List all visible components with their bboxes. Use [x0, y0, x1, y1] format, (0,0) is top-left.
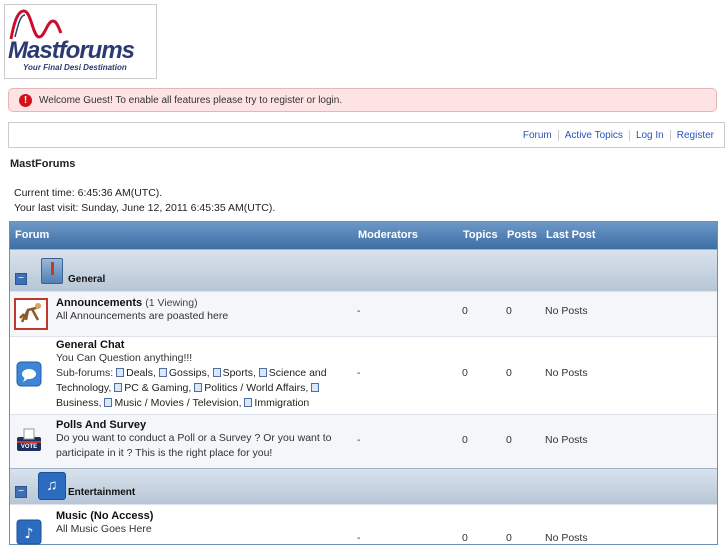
forum-row-general-chat: General Chat You Can Question anything!!…	[10, 336, 717, 414]
topics-count: 0	[462, 434, 468, 446]
nav-login-link[interactable]: Log In	[628, 129, 670, 141]
forum-name[interactable]: Announcements	[56, 297, 142, 309]
collapse-toggle[interactable]: −	[15, 486, 27, 498]
subforums-label: Sub-forums:	[56, 367, 114, 379]
subforum-icon	[244, 398, 253, 407]
topics-count: 0	[462, 305, 468, 317]
notice-text: Welcome Guest! To enable all features pl…	[39, 94, 343, 106]
moderators-cell: -	[357, 367, 361, 379]
header-moderators: Moderators	[358, 229, 418, 241]
subforum-deals[interactable]: Deals	[126, 367, 153, 379]
subforum-icon	[158, 368, 167, 377]
time-info: Current time: 6:45:36 AM(UTC). Your last…	[14, 186, 275, 216]
category-media-icon: ♫	[38, 472, 66, 500]
subforum-politics[interactable]: Politics / World Affairs	[204, 382, 305, 394]
subforum-icon	[114, 383, 123, 392]
current-time: Current time: 6:45:36 AM(UTC).	[14, 187, 163, 199]
topics-count: 0	[462, 532, 468, 544]
header-posts: Posts	[507, 229, 537, 241]
subforum-pc-gaming[interactable]: PC & Gaming	[124, 382, 188, 394]
subforum-sports[interactable]: Sports	[223, 367, 253, 379]
last-post: No Posts	[545, 434, 588, 446]
chat-icon	[16, 361, 42, 387]
topics-count: 0	[462, 367, 468, 379]
subforum-icon	[258, 368, 267, 377]
last-post: No Posts	[545, 532, 588, 544]
nav-register-link[interactable]: Register	[669, 129, 720, 141]
subforum-immigration[interactable]: Immigration	[254, 397, 309, 409]
collapse-toggle[interactable]: −	[15, 273, 27, 285]
forum-name[interactable]: Polls And Survey	[56, 419, 336, 431]
svg-text:VOTE: VOTE	[21, 444, 37, 450]
forum-description: All Music Goes Here	[56, 523, 152, 535]
forum-description: You Can Question anything!!!	[56, 352, 193, 364]
forum-description: Do you want to conduct a Poll or a Surve…	[56, 432, 332, 459]
svg-text:♪: ♪	[25, 526, 34, 542]
moderators-cell: -	[357, 532, 361, 544]
posts-count: 0	[506, 367, 512, 379]
top-navbar: Forum Active Topics Log In Register	[8, 122, 725, 148]
logo-tagline: Your Final Desi Destination	[23, 63, 127, 72]
subforum-list: Sub-forums: Deals, Gossips, Sports, Scie…	[56, 367, 327, 409]
posts-count: 0	[506, 532, 512, 544]
posts-count: 0	[506, 434, 512, 446]
subforum-icon	[212, 368, 221, 377]
music-icon: ♪	[16, 519, 42, 545]
logo-title: Mastforums	[8, 37, 135, 64]
nav-active-topics-link[interactable]: Active Topics	[557, 129, 629, 141]
forum-table: Forum Moderators Topics Posts Last Post …	[9, 221, 718, 545]
subforum-gossips[interactable]: Gossips	[169, 367, 207, 379]
category-name[interactable]: General	[68, 274, 105, 285]
posts-count: 0	[506, 305, 512, 317]
header-topics: Topics	[463, 229, 498, 241]
forum-row-polls: VOTE Polls And Survey Do you want to con…	[10, 414, 717, 468]
subforum-icon	[104, 398, 113, 407]
forum-row-announcements: Announcements (1 Viewing) All Announceme…	[10, 291, 717, 336]
moderators-cell: -	[357, 305, 361, 317]
guest-notice: ! Welcome Guest! To enable all features …	[8, 88, 717, 112]
board-title: MastForums	[10, 158, 76, 170]
forum-row-music: ♪ Music (No Access) All Music Goes Here …	[10, 504, 717, 545]
forum-name[interactable]: General Chat	[56, 339, 336, 351]
last-post: No Posts	[545, 367, 588, 379]
site-logo[interactable]: Mastforums Your Final Desi Destination	[4, 4, 157, 79]
error-icon: !	[19, 93, 32, 107]
vote-icon: VOTE	[17, 428, 41, 451]
subforum-icon	[116, 368, 125, 377]
header-forum: Forum	[15, 229, 50, 241]
forum-description: All Announcements are poasted here	[56, 310, 229, 322]
announcement-icon	[14, 298, 48, 330]
category-name[interactable]: Entertainment	[68, 487, 135, 498]
category-book-icon	[41, 258, 63, 284]
moderators-cell: -	[357, 434, 361, 446]
last-visit: Your last visit: Sunday, June 12, 2011 6…	[14, 202, 276, 214]
category-row-general: − General	[10, 249, 717, 291]
header-last-post: Last Post	[546, 229, 596, 241]
last-post: No Posts	[545, 305, 588, 317]
category-row-entertainment: − ♫ Entertainment	[10, 468, 717, 504]
subforum-icon	[311, 383, 320, 392]
subforum-icon	[194, 383, 203, 392]
forum-name[interactable]: Music (No Access)	[56, 510, 346, 522]
subforum-music-movies-tv[interactable]: Music / Movies / Television	[114, 397, 238, 409]
subforum-business[interactable]: Business	[56, 397, 99, 409]
table-header: Forum Moderators Topics Posts Last Post	[10, 222, 717, 249]
nav-forum-link[interactable]: Forum	[517, 130, 558, 141]
viewing-count: (1 Viewing)	[145, 297, 198, 309]
